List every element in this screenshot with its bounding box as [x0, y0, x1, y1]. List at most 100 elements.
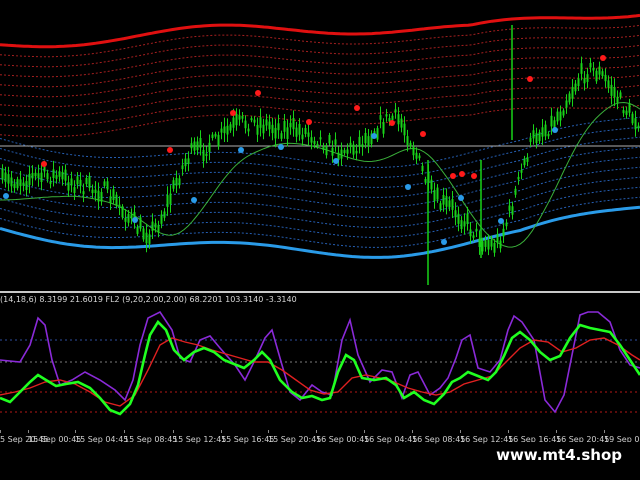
candle-body	[61, 172, 64, 180]
candle-body	[79, 179, 82, 186]
candle-body	[148, 234, 151, 244]
candle-body	[481, 241, 484, 252]
candle-body	[127, 213, 130, 223]
oscillator-pane[interactable]	[0, 294, 640, 430]
time-tick-mark	[124, 430, 125, 433]
candle-body	[49, 181, 52, 184]
candle-body	[124, 217, 127, 222]
candle-body	[247, 128, 250, 132]
time-tick-mark	[75, 430, 76, 433]
candle-body	[430, 179, 433, 190]
time-tick-label: 16 Sep 04:45	[364, 435, 418, 444]
oscillator-canvas[interactable]	[0, 294, 640, 430]
candle-body	[55, 175, 58, 179]
candle-body	[394, 109, 397, 113]
indicator-values-label: (14,18,6) 8.3199 21.6019 FL2 (9,20,2.00,…	[0, 295, 297, 304]
candle-body	[529, 137, 532, 142]
candle-body	[223, 126, 226, 134]
candle-body	[391, 115, 394, 120]
candle-body	[538, 132, 541, 142]
candle-body	[523, 158, 526, 166]
red-signal-dot	[527, 76, 533, 82]
price-chart-canvas[interactable]	[0, 0, 640, 290]
upper-channel-line	[0, 84, 640, 118]
candle-body	[322, 146, 325, 150]
time-tick-mark	[173, 430, 174, 433]
candle-body	[52, 169, 55, 178]
candle-body	[511, 206, 514, 215]
candle-body	[196, 141, 199, 151]
candle-body	[121, 206, 124, 218]
pane-divider[interactable]	[0, 291, 640, 293]
candle-body	[478, 238, 481, 247]
candle-body	[190, 143, 193, 149]
candle-body	[175, 178, 178, 186]
candle-body	[253, 119, 256, 123]
candle-body	[208, 142, 211, 152]
candle-body	[235, 113, 238, 126]
candle-body	[562, 110, 565, 116]
candle-body	[631, 113, 634, 124]
candle-body	[355, 150, 358, 154]
candle-body	[46, 173, 49, 180]
time-tick-mark	[221, 430, 222, 433]
candle-body	[280, 133, 283, 139]
candle-body	[592, 68, 595, 71]
red-signal-dot	[389, 120, 395, 126]
upper-band-line	[0, 13, 640, 49]
candle-body	[433, 190, 436, 202]
candle-body	[82, 191, 85, 195]
candle-body	[70, 178, 73, 186]
candle-body	[97, 190, 100, 202]
candle-body	[277, 123, 280, 131]
candle-body	[607, 80, 610, 88]
upper-channel-line	[0, 54, 640, 88]
candle-body	[94, 189, 97, 193]
candle-body	[217, 134, 220, 147]
candle-body	[346, 149, 349, 154]
candle-body	[565, 100, 568, 108]
candle-body	[574, 83, 577, 92]
candle-body	[166, 195, 169, 207]
candle-body	[184, 158, 187, 167]
candle-body	[397, 114, 400, 125]
candle-body	[211, 134, 214, 138]
candle-body	[241, 115, 244, 119]
candle-body	[448, 200, 451, 207]
candle-body	[499, 240, 502, 249]
candle-body	[4, 172, 7, 182]
price-chart-pane[interactable]	[0, 0, 640, 290]
candle-body	[436, 187, 439, 200]
candle-body	[442, 195, 445, 205]
candle-body	[151, 221, 154, 231]
candle-body	[298, 124, 301, 135]
candle-body	[583, 78, 586, 84]
candle-body	[154, 223, 157, 228]
candle-body	[19, 179, 22, 187]
candle-body	[214, 133, 217, 137]
candle-body	[250, 118, 253, 121]
candle-body	[385, 114, 388, 117]
candle-body	[463, 221, 466, 227]
candle-body	[349, 142, 352, 147]
candle-body	[28, 173, 31, 185]
candle-body	[169, 193, 172, 205]
candle-body	[601, 71, 604, 77]
candles-group	[1, 56, 640, 257]
candle-body	[568, 93, 571, 103]
candle-body	[571, 86, 574, 99]
candle-body	[67, 182, 70, 191]
candle-body	[364, 133, 367, 144]
red-signal-dot	[167, 147, 173, 153]
candle-body	[220, 128, 223, 133]
upper-channel-line	[0, 24, 640, 58]
candle-body	[553, 120, 556, 128]
blue-signal-dot	[405, 184, 411, 190]
red-signal-dot	[471, 173, 477, 179]
candle-body	[340, 149, 343, 159]
red-signal-dot	[306, 119, 312, 125]
candle-body	[475, 228, 478, 231]
moving-average-line	[0, 101, 640, 248]
candle-body	[406, 136, 409, 146]
blue-signal-dot	[3, 193, 9, 199]
